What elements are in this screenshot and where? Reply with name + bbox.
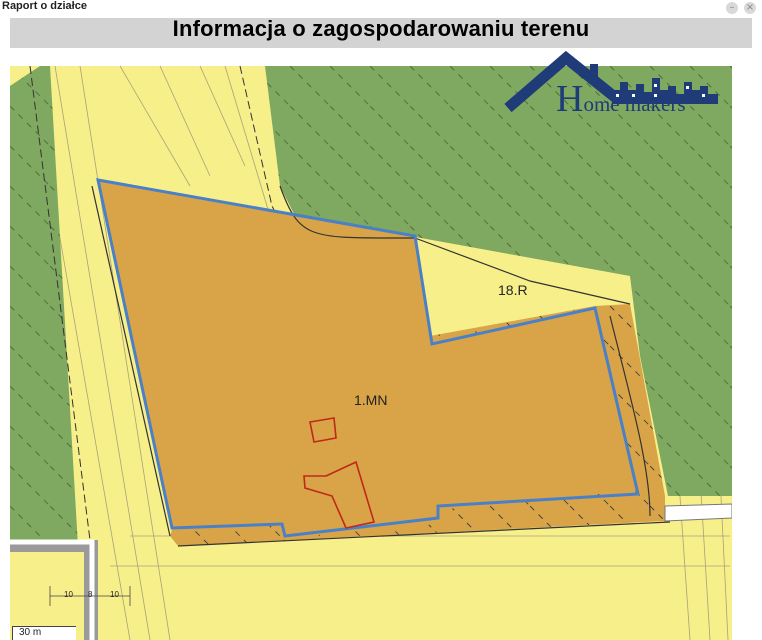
logo-text: Home makers — [556, 78, 686, 120]
window-controls: – × — [726, 2, 756, 14]
map-canvas — [10, 66, 732, 640]
dimension-label: 10 — [110, 590, 119, 599]
dimension-label: 10 — [64, 590, 73, 599]
zoning-map[interactable]: 1.MN 18.R 10 8 10 — [10, 66, 732, 640]
zone-label-main: 1.MN — [354, 392, 388, 408]
window-title: Raport o działce — [2, 0, 87, 12]
close-icon[interactable]: × — [744, 2, 756, 14]
minimize-icon[interactable]: – — [726, 2, 738, 14]
road-right — [664, 503, 732, 522]
zone-label-road: 18.R — [498, 282, 528, 298]
dimension-label: 8 — [88, 590, 93, 599]
page-title: Informacja o zagospodarowaniu terenu — [172, 16, 590, 41]
scale-bar: 30 m — [12, 626, 76, 640]
